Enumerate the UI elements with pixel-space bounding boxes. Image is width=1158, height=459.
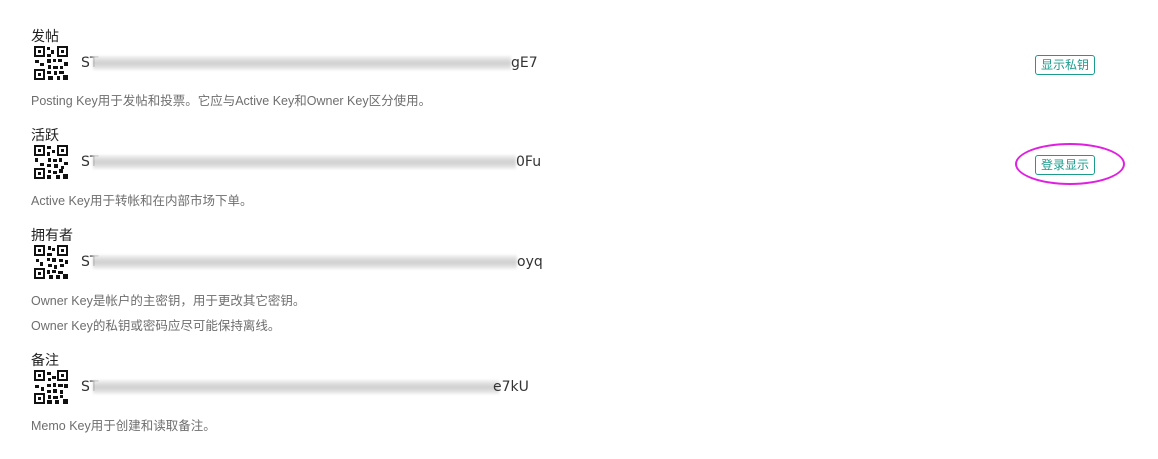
key-title-posting: 发帖 — [31, 28, 59, 44]
public-key-posting: ST gE7 — [81, 54, 551, 72]
qr-code-icon[interactable] — [34, 370, 68, 404]
public-key-suffix: e7kU — [493, 379, 529, 395]
redacted-key-blur — [93, 155, 516, 169]
redacted-key-blur — [93, 255, 517, 269]
public-key-suffix: gE7 — [511, 55, 538, 71]
redacted-key-blur — [93, 56, 511, 70]
key-section-owner: 拥有者 ST oyq Owner Key是帐户的主密钥，用于更改其它密钥。 Ow… — [31, 226, 1131, 336]
key-section-posting: 发帖 ST gE7 Posting Key用于发帖和投票。它应与Active K… — [31, 27, 1131, 117]
public-key-suffix: oyq — [517, 254, 543, 270]
key-title-active: 活跃 — [31, 127, 59, 143]
redacted-key-blur — [93, 380, 499, 394]
key-desc-owner-1: Owner Key是帐户的主密钥，用于更改其它密钥。 — [31, 294, 306, 308]
key-desc-posting: Posting Key用于发帖和投票。它应与Active Key和Owner K… — [31, 94, 432, 108]
public-key-suffix: 0Fu — [516, 154, 542, 170]
public-key-active: ST 0Fu — [81, 153, 551, 171]
public-key-memo: ST e7kU — [81, 378, 551, 396]
show-private-key-button[interactable]: 显示私钥 — [1035, 55, 1096, 75]
key-desc-memo: Memo Key用于创建和读取备注。 — [31, 419, 216, 433]
public-key-owner: ST oyq — [81, 253, 551, 271]
account-keys-page: 发帖 ST gE7 Posting Key用于发帖和投票。它应与Active K… — [0, 0, 1158, 459]
key-section-memo: 备注 ST e7kU Memo Key用于创建和读取备注。 — [31, 351, 1131, 441]
key-desc-active: Active Key用于转帐和在内部市场下单。 — [31, 194, 253, 208]
qr-code-icon[interactable] — [34, 46, 68, 80]
key-title-memo: 备注 — [31, 352, 59, 368]
qr-code-icon[interactable] — [34, 145, 68, 179]
login-to-show-button[interactable]: 登录显示 — [1035, 155, 1096, 175]
key-title-owner: 拥有者 — [31, 227, 73, 243]
qr-code-icon[interactable] — [34, 245, 68, 279]
key-section-active: 活跃 ST 0Fu Active Key用于转帐和在内部市场下单。 — [31, 126, 1131, 216]
key-desc-owner-2: Owner Key的私钥或密码应尽可能保持离线。 — [31, 319, 281, 333]
